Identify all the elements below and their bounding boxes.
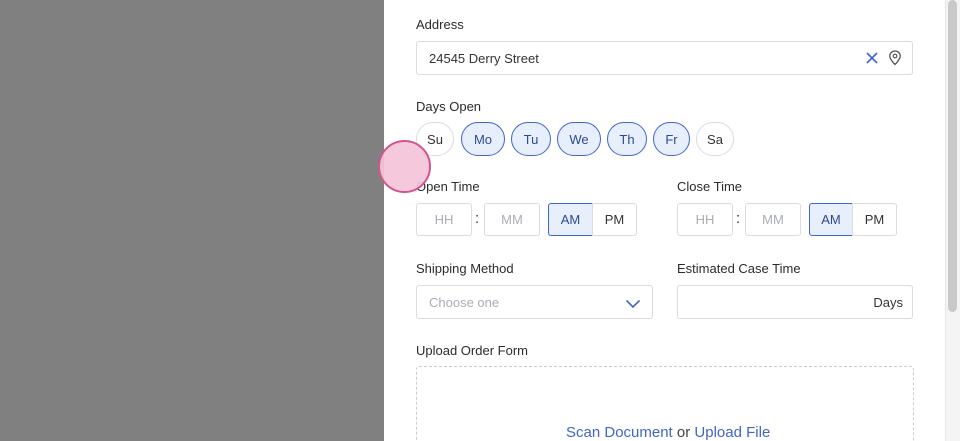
shipping-method-placeholder: Choose one <box>429 294 500 310</box>
close-time-separator: : <box>736 210 741 227</box>
address-label: Address <box>416 17 464 32</box>
cursor-indicator <box>378 140 431 193</box>
day-tu-toggle[interactable]: Tu <box>511 122 551 156</box>
day-th-toggle[interactable]: Th <box>607 122 647 156</box>
chevron-down-icon <box>625 297 641 309</box>
close-am-toggle[interactable]: AM <box>809 203 853 236</box>
open-time-separator: : <box>475 210 480 227</box>
open-am-toggle[interactable]: AM <box>548 203 593 236</box>
address-input[interactable]: 24545 Derry Street <box>416 41 913 75</box>
close-hour-input[interactable]: HH <box>677 203 733 236</box>
open-hour-input[interactable]: HH <box>416 203 472 236</box>
modal-backdrop[interactable] <box>0 0 384 441</box>
upload-actions: Scan Document or Upload File <box>566 424 770 441</box>
panel-scrollbar-thumb[interactable] <box>948 0 957 312</box>
open-minute-input[interactable]: MM <box>484 203 540 236</box>
close-pm-toggle[interactable]: PM <box>852 203 897 236</box>
days-open-label: Days Open <box>416 99 482 114</box>
day-mo-toggle[interactable]: Mo <box>461 122 505 156</box>
case-time-unit: Days <box>873 294 903 310</box>
open-pm-toggle[interactable]: PM <box>592 203 637 236</box>
location-pin-icon[interactable] <box>888 50 902 66</box>
close-time-label: Close Time <box>677 179 743 194</box>
case-time-label: Estimated Case Time <box>677 261 801 276</box>
day-we-toggle[interactable]: We <box>557 122 601 156</box>
upload-file-link[interactable]: Upload File <box>694 424 770 441</box>
day-fr-toggle[interactable]: Fr <box>653 122 690 156</box>
address-value: 24545 Derry Street <box>429 50 539 66</box>
shipping-method-label: Shipping Method <box>416 261 514 276</box>
case-time-input[interactable]: Days <box>677 285 913 319</box>
day-sa-toggle[interactable]: Sa <box>696 122 734 156</box>
upload-order-form-label: Upload Order Form <box>416 343 528 358</box>
clear-icon[interactable] <box>865 51 879 65</box>
upload-or-text: or <box>676 424 691 441</box>
scan-document-link[interactable]: Scan Document <box>566 424 673 441</box>
shipping-method-select[interactable]: Choose one <box>416 285 653 319</box>
close-minute-input[interactable]: MM <box>745 203 801 236</box>
